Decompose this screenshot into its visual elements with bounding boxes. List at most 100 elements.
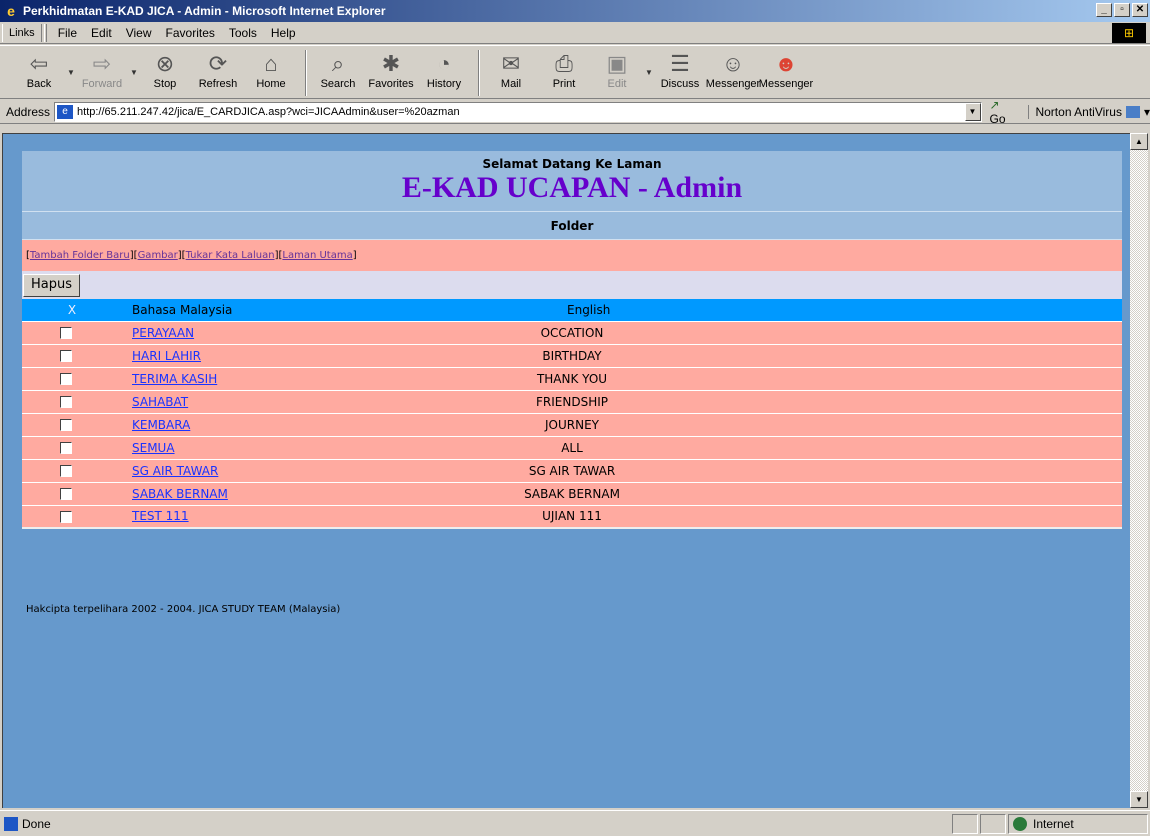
go-button[interactable]: ↗ Go [990,98,1019,126]
search-label: Search [320,78,356,90]
english-cell: SG AIR TAWAR [372,458,1122,482]
forward-dropdown-icon[interactable]: ▼ [130,68,140,77]
folder-link[interactable]: PERAYAAN [132,326,194,340]
close-button[interactable]: ✕ [1132,3,1148,17]
folder-link[interactable]: TEST 111 [132,509,189,523]
folder-link[interactable]: SEMUA [132,441,175,455]
menu-favorites[interactable]: Favorites [159,26,222,40]
folder-link[interactable]: HARI LAHIR [132,349,201,363]
link-gambar[interactable]: Gambar [138,250,178,261]
address-dropdown-icon[interactable]: ▼ [964,102,981,121]
row-checkbox[interactable] [60,442,72,454]
english-cell: SABAK BERNAM [372,481,1122,505]
window-title-bar[interactable]: e Perkhidmatan E-KAD JICA - Admin - Micr… [0,0,1150,22]
links-toolbar-label[interactable]: Links [2,23,42,42]
menu-file[interactable]: File [51,26,84,40]
menu-view[interactable]: View [119,26,159,40]
folder-link[interactable]: TERIMA KASIH [132,372,217,386]
home-button[interactable]: ⌂ Home [246,46,296,90]
malay-cell: SEMUA [122,435,372,459]
maximize-button[interactable]: ▫ [1114,3,1130,17]
internet-zone-icon [1013,816,1027,831]
scroll-up-icon[interactable]: ▲ [1130,133,1148,150]
folder-table: X Bahasa Malaysia English PERAYAAN OCCATI… [22,299,1122,529]
refresh-label: Refresh [198,78,238,90]
stop-label: Stop [153,78,177,90]
row-select-cell [22,504,122,529]
status-text-area: Done [0,816,952,831]
discuss-button[interactable]: ☰ Discuss [655,46,705,90]
english-cell: OCCATION [372,320,1122,344]
row-select-cell [22,412,122,436]
malay-cell: HARI LAHIR [122,343,372,367]
english-name: FRIENDSHIP [536,394,608,409]
folder-link[interactable]: SAHABAT [132,395,188,409]
english-cell: ALL [372,435,1122,459]
link-laman-utama[interactable]: Laman Utama [282,250,352,261]
row-checkbox[interactable] [60,419,72,431]
menu-help[interactable]: Help [264,26,303,40]
english-name: ALL [561,440,583,455]
english-name: JOURNEY [545,417,599,432]
print-button[interactable]: ⎙ Print [539,46,589,90]
home-label: Home [256,78,286,90]
back-dropdown-icon[interactable]: ▼ [67,68,77,77]
vertical-scrollbar[interactable]: ▲ ▼ [1130,133,1148,808]
copyright-footer: Hakcipta terpelihara 2002 - 2004. JICA S… [26,604,341,615]
row-checkbox[interactable] [60,465,72,477]
table-row: SAHABAT FRIENDSHIP [22,389,1122,413]
scroll-down-icon[interactable]: ▼ [1130,791,1148,808]
folder-link[interactable]: SABAK BERNAM [132,487,228,501]
minimize-button[interactable]: _ [1096,3,1112,17]
page-content: Selamat Datang Ke Laman E-KAD UCAPAN - A… [22,151,1122,529]
row-select-cell [22,320,122,344]
address-input[interactable]: e http://65.211.247.42/jica/E_CARDJICA.a… [54,101,982,122]
messenger-alt-button[interactable]: ☻ Messenger [759,46,813,90]
table-row: SEMUA ALL [22,435,1122,459]
back-button[interactable]: ⇦ Back [14,46,64,90]
row-checkbox[interactable] [60,373,72,385]
menu-tools[interactable]: Tools [222,26,264,40]
malay-cell: SG AIR TAWAR [122,458,372,482]
english-name: UJIAN 111 [542,509,602,524]
row-checkbox[interactable] [60,488,72,500]
address-bar: Address e http://65.211.247.42/jica/E_CA… [0,98,1150,126]
norton-antivirus-button[interactable]: Norton AntiVirus ▾ [1028,104,1150,119]
delete-button[interactable]: Hapus [23,274,81,297]
link-tukar-kata-laluan[interactable]: Tukar Kata Laluan [186,250,275,261]
row-checkbox[interactable] [60,396,72,408]
mail-button[interactable]: ✉ Mail [486,46,536,90]
stop-button[interactable]: ⊗ Stop [140,46,190,90]
column-header-malay: Bahasa Malaysia [122,299,372,321]
edit-dropdown-icon[interactable]: ▼ [645,68,655,77]
status-text: Done [22,816,51,831]
folder-link[interactable]: SG AIR TAWAR [132,464,218,478]
row-checkbox[interactable] [60,350,72,362]
malay-cell: SAHABAT [122,389,372,413]
standard-toolbar: ⇦ Back ▼ ⇨ Forward ▼ ⊗ Stop ⟳ Refresh ⌂ … [0,45,1150,99]
norton-icon [1125,106,1140,119]
edit-button[interactable]: ▣ Edit [592,46,642,90]
go-label: Go [989,111,1006,126]
go-arrow-icon: ↗ [989,97,1000,112]
malay-cell: PERAYAAN [122,320,372,344]
row-checkbox[interactable] [60,510,72,523]
row-checkbox[interactable] [60,327,72,339]
address-url[interactable]: http://65.211.247.42/jica/E_CARDJICA.asp… [77,106,964,118]
search-icon: ⌕ [331,51,345,76]
messenger-button[interactable]: ☺ Messenger [706,46,760,90]
forward-button[interactable]: ⇨ Forward [77,46,127,90]
folder-link[interactable]: KEMBARA [132,418,190,432]
window-controls: _ ▫ ✕ [1096,3,1148,17]
mail-icon: ✉ [501,51,521,76]
refresh-button[interactable]: ⟳ Refresh [193,46,243,90]
search-button[interactable]: ⌕ Search [313,46,363,90]
row-select-cell [22,389,122,413]
status-panel [980,813,1006,834]
link-tambah-folder-baru[interactable]: Tambah Folder Baru [30,250,130,261]
favorites-button[interactable]: ✱ Favorites [366,46,416,90]
menu-edit[interactable]: Edit [84,26,119,40]
refresh-icon: ⟳ [208,51,228,76]
row-select-cell [22,366,122,390]
history-button[interactable]: ◔ History [419,46,469,90]
